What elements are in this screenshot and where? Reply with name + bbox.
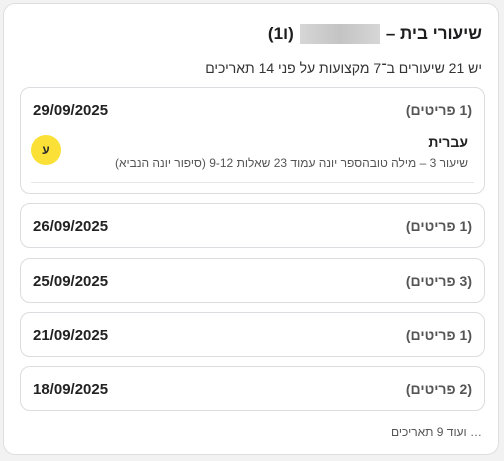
group-date: 25/09/2025 — [33, 272, 109, 290]
subject-badge: ע — [31, 135, 61, 165]
group-item-count: (1 פריטים) — [405, 102, 472, 118]
group-item-count: (1 פריטים) — [405, 327, 472, 343]
title-prefix: שיעורי בית – — [385, 24, 482, 43]
group-item-count: (3 פריטים) — [405, 273, 472, 289]
date-group[interactable]: 18/09/2025 (2 פריטים) — [20, 366, 485, 411]
date-group-header[interactable]: 21/09/2025 (1 פריטים) — [33, 313, 472, 357]
group-date: 21/09/2025 — [33, 326, 109, 344]
date-group[interactable]: 21/09/2025 (1 פריטים) — [20, 312, 485, 357]
date-group[interactable]: 29/09/2025 (1 פריטים) עברית שיעור 3 – מי… — [20, 87, 485, 194]
more-dates-link[interactable]: … ועוד 9 תאריכים — [391, 425, 482, 439]
title-suffix: (ו1) — [267, 24, 294, 43]
date-group[interactable]: 26/09/2025 (1 פריטים) — [20, 203, 485, 248]
item-subject: עברית — [428, 134, 468, 150]
summary-text: יש 21 שיעורים ב־7 מקצועות על פני 14 תארי… — [205, 60, 482, 76]
group-date: 18/09/2025 — [33, 380, 109, 398]
redacted-class-name — [299, 24, 380, 44]
group-item-count: (1 פריטים) — [405, 218, 472, 234]
date-group[interactable]: 25/09/2025 (3 פריטים) — [20, 258, 485, 303]
homework-item[interactable]: עברית שיעור 3 – מילה טובהספר יונה עמוד 2… — [31, 130, 474, 183]
group-date: 29/09/2025 — [33, 101, 109, 119]
homework-card: שיעורי בית – (ו1) יש 21 שיעורים ב־7 מקצו… — [3, 3, 499, 455]
date-group-header[interactable]: 25/09/2025 (3 פריטים) — [33, 259, 472, 303]
date-group-header[interactable]: 29/09/2025 (1 פריטים) — [33, 88, 472, 132]
item-description: שיעור 3 – מילה טובהספר יונה עמוד 23 שאלו… — [115, 156, 468, 170]
date-group-header[interactable]: 18/09/2025 (2 פריטים) — [33, 367, 472, 411]
page-title: שיעורי בית – (ו1) — [268, 24, 482, 44]
group-date: 26/09/2025 — [33, 217, 109, 235]
date-group-header[interactable]: 26/09/2025 (1 פריטים) — [33, 204, 472, 248]
group-item-count: (2 פריטים) — [405, 381, 472, 397]
